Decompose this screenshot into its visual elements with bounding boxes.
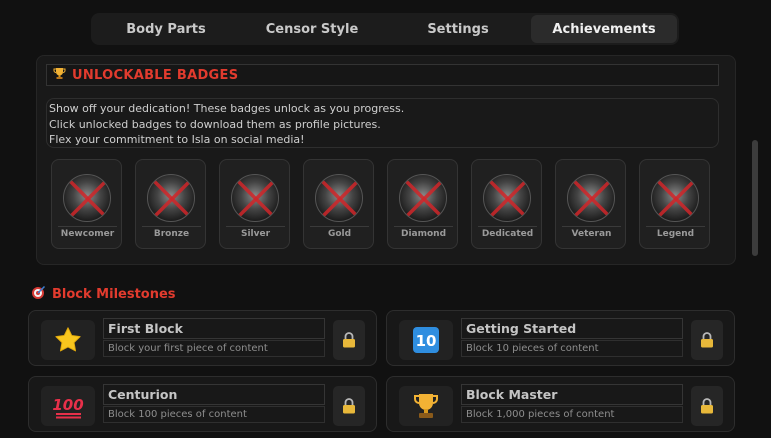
badge-label: Silver: [226, 226, 285, 240]
badge-label: Gold: [310, 226, 369, 240]
lock-icon: [691, 320, 723, 360]
locked-cross-icon: [572, 179, 612, 219]
milestone-description: Block your first piece of content: [103, 340, 325, 357]
badge-label: Legend: [646, 226, 705, 240]
badges-panel-header: UNLOCKABLE BADGES: [46, 64, 719, 86]
locked-badge-image: [651, 174, 699, 222]
badge-legend[interactable]: Legend: [639, 159, 710, 249]
badges-panel: UNLOCKABLE BADGES Show off your dedicati…: [36, 55, 736, 265]
badge-dedicated[interactable]: Dedicated: [471, 159, 542, 249]
milestone-name: Centurion: [103, 384, 325, 405]
badge-bronze[interactable]: Bronze: [135, 159, 206, 249]
lock-icon: [333, 386, 365, 426]
milestone-centurion: 100 Centurion Block 100 pieces of conten…: [28, 376, 377, 432]
trophy-icon: [399, 386, 453, 426]
badge-label: Diamond: [394, 226, 453, 240]
locked-badge-image: [399, 174, 447, 222]
locked-cross-icon: [404, 179, 444, 219]
tab-body-parts[interactable]: Body Parts: [93, 15, 239, 43]
locked-cross-icon: [656, 179, 696, 219]
locked-cross-icon: [488, 179, 528, 219]
locked-badge-image: [147, 174, 195, 222]
badges-description: Show off your dedication! These badges u…: [46, 98, 719, 148]
milestone-description: Block 10 pieces of content: [461, 340, 683, 357]
scrollbar-thumb[interactable]: [752, 140, 758, 256]
trophy-icon: [53, 67, 66, 83]
milestone-name: Getting Started: [461, 318, 683, 339]
keycap-ten-icon: 10: [399, 320, 453, 360]
keycap-ten-text: 10: [416, 332, 437, 350]
badge-gold[interactable]: Gold: [303, 159, 374, 249]
tab-bar: Body Parts Censor Style Settings Achieve…: [91, 13, 679, 45]
description-line: Click unlocked badges to download them a…: [49, 117, 381, 131]
milestone-description: Block 100 pieces of content: [103, 406, 325, 423]
description-line: Flex your commitment to Isla on social m…: [49, 133, 305, 146]
milestones-title: Block Milestones: [52, 287, 176, 302]
tab-settings[interactable]: Settings: [385, 15, 531, 43]
locked-cross-icon: [68, 179, 108, 219]
tab-censor-style[interactable]: Censor Style: [239, 15, 385, 43]
badge-diamond[interactable]: Diamond: [387, 159, 458, 249]
hundred-points-icon: 100: [41, 386, 95, 426]
lock-icon: [333, 320, 365, 360]
milestone-getting-started: 10 Getting Started Block 10 pieces of co…: [386, 310, 735, 366]
badge-silver[interactable]: Silver: [219, 159, 290, 249]
locked-badge-image: [483, 174, 531, 222]
locked-badge-image: [63, 174, 111, 222]
badge-newcomer[interactable]: Newcomer: [51, 159, 122, 249]
milestone-block-master: Block Master Block 1,000 pieces of conte…: [386, 376, 735, 432]
milestone-name: First Block: [103, 318, 325, 339]
locked-cross-icon: [236, 179, 276, 219]
badge-label: Bronze: [142, 226, 201, 240]
locked-badge-image: [231, 174, 279, 222]
target-icon: [31, 285, 46, 304]
milestones-heading: Block Milestones: [31, 285, 176, 304]
hundred-points-text: 100: [52, 396, 83, 414]
milestone-first-block: First Block Block your first piece of co…: [28, 310, 377, 366]
badge-label: Veteran: [562, 226, 621, 240]
badge-list: Newcomer Bronze Silver Gold Diamond Dedi…: [51, 159, 710, 249]
milestone-description: Block 1,000 pieces of content: [461, 406, 683, 423]
lock-icon: [691, 386, 723, 426]
star-icon: [41, 320, 95, 360]
badge-label: Newcomer: [58, 226, 117, 240]
milestone-name: Block Master: [461, 384, 683, 405]
description-line: Show off your dedication! These badges u…: [49, 102, 405, 115]
badge-label: Dedicated: [478, 226, 537, 240]
badge-veteran[interactable]: Veteran: [555, 159, 626, 249]
badges-panel-title: UNLOCKABLE BADGES: [72, 67, 239, 83]
tab-achievements[interactable]: Achievements: [531, 15, 677, 43]
locked-badge-image: [315, 174, 363, 222]
locked-cross-icon: [152, 179, 192, 219]
locked-cross-icon: [320, 179, 360, 219]
locked-badge-image: [567, 174, 615, 222]
